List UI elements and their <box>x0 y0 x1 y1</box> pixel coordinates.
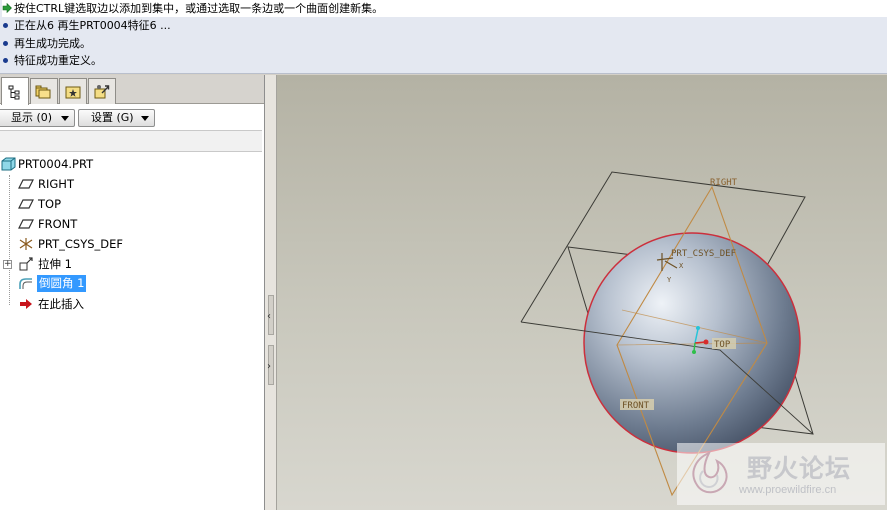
watermark: 野火论坛 www.proewildfire.cn <box>677 443 885 505</box>
triad-x-axis <box>694 341 706 344</box>
top-plane-label: TOP <box>714 340 731 350</box>
csys-label: PRT_CSYS_DEF <box>671 249 736 259</box>
tree-toolbar: 显示 (0) 设置 (G) <box>0 106 264 128</box>
panel-splitter[interactable]: ‹ › <box>265 75 277 510</box>
bullet-icon <box>3 58 8 63</box>
tree-item-round[interactable]: 倒圆角 1 <box>0 274 262 294</box>
datum-plane-icon <box>18 219 34 229</box>
datum-plane-icon <box>18 199 34 209</box>
coordinate-system-icon <box>19 238 33 250</box>
bullet-icon <box>3 23 8 28</box>
triad-y-axis <box>693 342 696 352</box>
front-plane-label: FRONT <box>622 401 650 411</box>
triad-y-dot <box>692 350 696 354</box>
bullet-icon <box>3 41 8 46</box>
message-line: 正在从6 再生PRT0004特征6 ... <box>2 17 171 34</box>
message-line: 按住CTRL键选取边以添加到集中，或通过选取一条边或一个曲面创建新集。 <box>2 0 887 17</box>
triad-z-dot <box>696 326 700 330</box>
tree-item-extrude[interactable]: + 拉伸 1 <box>0 254 262 274</box>
message-text: 再生成功完成。 <box>14 37 91 50</box>
tree-item-top[interactable]: TOP <box>0 194 262 214</box>
right-plane-label: RIGHT <box>710 178 738 188</box>
model-tree-tab[interactable] <box>1 77 29 105</box>
message-text: 正在从6 再生PRT0004特征6 ... <box>14 19 171 32</box>
tree-root-label: PRT0004.PRT <box>18 157 94 171</box>
tree-column-header <box>0 130 262 152</box>
expand-right-icon[interactable]: › <box>267 361 271 372</box>
folder-icon <box>35 85 51 98</box>
round-icon <box>19 278 32 289</box>
message-line: 特征成功重定义。 <box>2 52 102 69</box>
navigator-panel: 显示 (0) 设置 (G) PRT0004.PRT RIGHT TOP FRON… <box>0 75 265 510</box>
message-text: 特征成功重定义。 <box>14 54 102 67</box>
favorites-tab[interactable] <box>59 78 87 104</box>
chevron-down-icon <box>61 116 69 121</box>
settings-button-label: 设置 (G) <box>91 111 134 124</box>
chevron-down-icon <box>141 116 149 121</box>
tree-item-label: FRONT <box>38 217 78 231</box>
show-dropdown-button[interactable]: 显示 (0) <box>0 109 75 127</box>
extrude-icon <box>19 257 33 271</box>
message-text: 按住CTRL键选取边以添加到集中，或通过选取一条边或一个曲面创建新集。 <box>14 2 384 15</box>
tree-item-csys[interactable]: PRT_CSYS_DEF <box>0 234 262 254</box>
insert-here-arrow-icon <box>20 299 32 309</box>
navigator-tabs <box>0 75 264 105</box>
show-button-label: 显示 (0) <box>11 111 53 124</box>
arrow-icon <box>2 3 12 13</box>
expand-icon[interactable]: + <box>3 260 12 269</box>
datum-plane-icon <box>18 179 34 189</box>
watermark-url: www.proewildfire.cn <box>739 484 837 496</box>
collapse-left-icon[interactable]: ‹ <box>267 311 271 322</box>
connections-tab[interactable] <box>88 78 116 104</box>
model-tree-icon <box>8 85 20 99</box>
tree-item-label: 倒圆角 1 <box>37 275 87 292</box>
tree-item-label: PRT_CSYS_DEF <box>38 237 124 251</box>
folder-browser-tab[interactable] <box>30 78 58 104</box>
message-area: 按住CTRL键选取边以添加到集中，或通过选取一条边或一个曲面创建新集。 正在从6… <box>0 0 887 74</box>
favorites-icon <box>65 86 81 98</box>
tree-item-label: TOP <box>38 197 62 211</box>
settings-dropdown-button[interactable]: 设置 (G) <box>78 109 155 127</box>
tree-item-front[interactable]: FRONT <box>0 214 262 234</box>
connections-icon <box>94 84 110 98</box>
sphere-body[interactable] <box>583 232 801 454</box>
triad-x-dot <box>703 339 709 345</box>
tree-item-right[interactable]: RIGHT <box>0 174 262 194</box>
tree-item-label: RIGHT <box>38 177 74 191</box>
part-icon <box>1 157 16 171</box>
tree-item-insert-here[interactable]: 在此插入 <box>0 294 262 314</box>
message-line: 再生成功完成。 <box>2 35 91 52</box>
tree-root[interactable]: PRT0004.PRT <box>0 154 262 174</box>
watermark-title: 野火论坛 <box>747 454 852 483</box>
tree-item-label: 在此插入 <box>38 297 84 311</box>
flame-logo-icon <box>692 451 728 494</box>
tree-item-label: 拉伸 1 <box>38 257 72 271</box>
